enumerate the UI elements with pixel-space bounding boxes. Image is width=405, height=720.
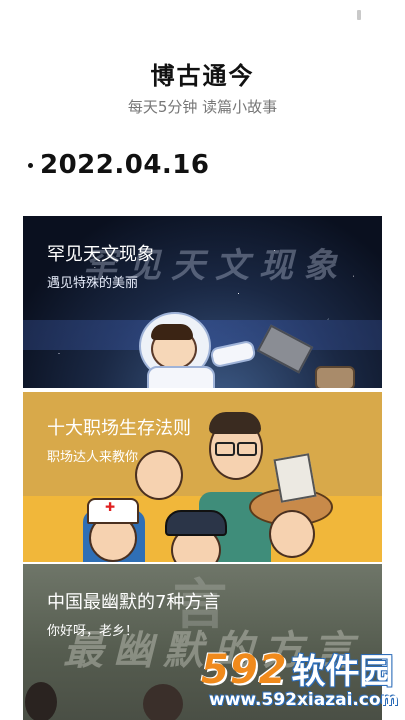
medical-cross-icon: ✚: [105, 500, 116, 514]
bullet-dot: [28, 162, 33, 168]
watermark-number: 592: [201, 647, 288, 693]
farmer-face: [269, 510, 315, 558]
watermark-logo: 592 软件园 www.592xiazai.com: [201, 644, 399, 714]
watermark-url: www.592xiazai.com: [209, 690, 399, 710]
card-title: 中国最幽默的7种方言: [47, 592, 221, 613]
card-subtitle: 职场达人来教你: [47, 450, 139, 465]
story-card-astronomy[interactable]: 罕见天文现象 罕见天文现象 遇见特殊的美丽: [23, 216, 382, 388]
story-card-workplace[interactable]: 十大职场生存法则 职场达人来教你 ✚: [23, 392, 382, 562]
page-title: 博古通今: [150, 62, 255, 90]
date-label: 2022.04.16: [40, 150, 210, 180]
rover-image: [315, 366, 355, 388]
worker-face: [135, 450, 183, 500]
card-subtitle: 遇见特殊的美丽: [47, 276, 139, 291]
astronaut-hair: [151, 324, 193, 340]
status-indicator: [357, 10, 361, 20]
office-man-hair: [209, 412, 261, 434]
watermark-name: 软件园: [291, 652, 394, 692]
card-title: 罕见天文现象: [47, 244, 155, 265]
page-subtitle: 每天5分钟 读篇小故事: [127, 98, 278, 116]
police-cap: [165, 510, 227, 536]
card-subtitle: 你好呀，老乡！: [47, 624, 139, 639]
date-row: 2022.04.16: [28, 150, 209, 180]
astronaut-body: [147, 366, 215, 388]
person-photo: [25, 682, 57, 720]
newspaper-image: [273, 453, 317, 503]
person-photo: [143, 684, 183, 720]
glasses-right: [237, 442, 257, 456]
card-title: 十大职场生存法则: [47, 418, 191, 439]
glasses-left: [215, 442, 235, 456]
